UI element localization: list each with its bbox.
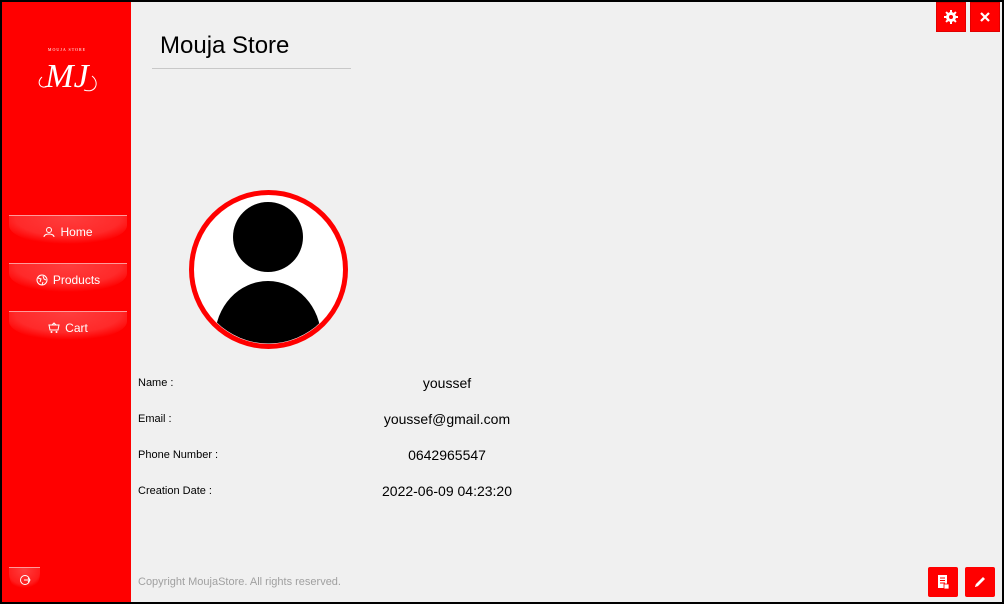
name-value: youssef bbox=[422, 375, 472, 391]
page-title: Mouja Store bbox=[160, 32, 290, 59]
svg-text:MJ: MJ bbox=[44, 58, 90, 95]
sidebar-item-label: Cart bbox=[65, 320, 88, 335]
title-divider bbox=[152, 68, 351, 69]
user-avatar-icon bbox=[189, 190, 348, 349]
edit-button[interactable] bbox=[965, 567, 995, 597]
creation-date-value: 2022-06-09 04:23:20 bbox=[382, 483, 512, 499]
sidebar-item-home[interactable]: Home bbox=[9, 215, 127, 245]
pencil-icon bbox=[975, 577, 985, 587]
close-icon bbox=[980, 12, 990, 22]
sidebar-item-label: Products bbox=[52, 272, 101, 287]
sidebar-item-label: Home bbox=[60, 224, 93, 239]
sidebar: MOUJA STORE MJ Home Products Cart bbox=[2, 2, 131, 602]
logout-button[interactable] bbox=[9, 567, 40, 591]
logout-icon bbox=[19, 574, 31, 585]
phone-value: 0642965547 bbox=[408, 447, 486, 463]
email-label: Email : bbox=[138, 413, 172, 425]
gear-icon bbox=[944, 10, 958, 24]
close-button[interactable] bbox=[970, 2, 1000, 32]
sidebar-item-cart[interactable]: Cart bbox=[9, 311, 127, 341]
cart-icon bbox=[48, 321, 60, 333]
phone-label: Phone Number : bbox=[138, 449, 219, 461]
name-label: Name : bbox=[138, 377, 174, 389]
sidebar-item-products[interactable]: Products bbox=[9, 263, 127, 293]
document-icon bbox=[938, 575, 950, 590]
globe-icon bbox=[36, 274, 48, 285]
settings-button[interactable] bbox=[936, 2, 966, 32]
email-value: youssef@gmail.com bbox=[383, 411, 511, 427]
svg-text:MOUJA STORE: MOUJA STORE bbox=[48, 47, 86, 52]
report-button[interactable] bbox=[928, 567, 958, 597]
app-window: MOUJA STORE MJ Home Products Cart Mouja … bbox=[0, 0, 1004, 604]
mouja-logo: MOUJA STORE MJ bbox=[38, 47, 97, 95]
user-icon bbox=[43, 226, 55, 237]
creation-date-label: Creation Date : bbox=[138, 485, 212, 497]
copyright-text: Copyright MoujaStore. All rights reserve… bbox=[138, 576, 341, 588]
